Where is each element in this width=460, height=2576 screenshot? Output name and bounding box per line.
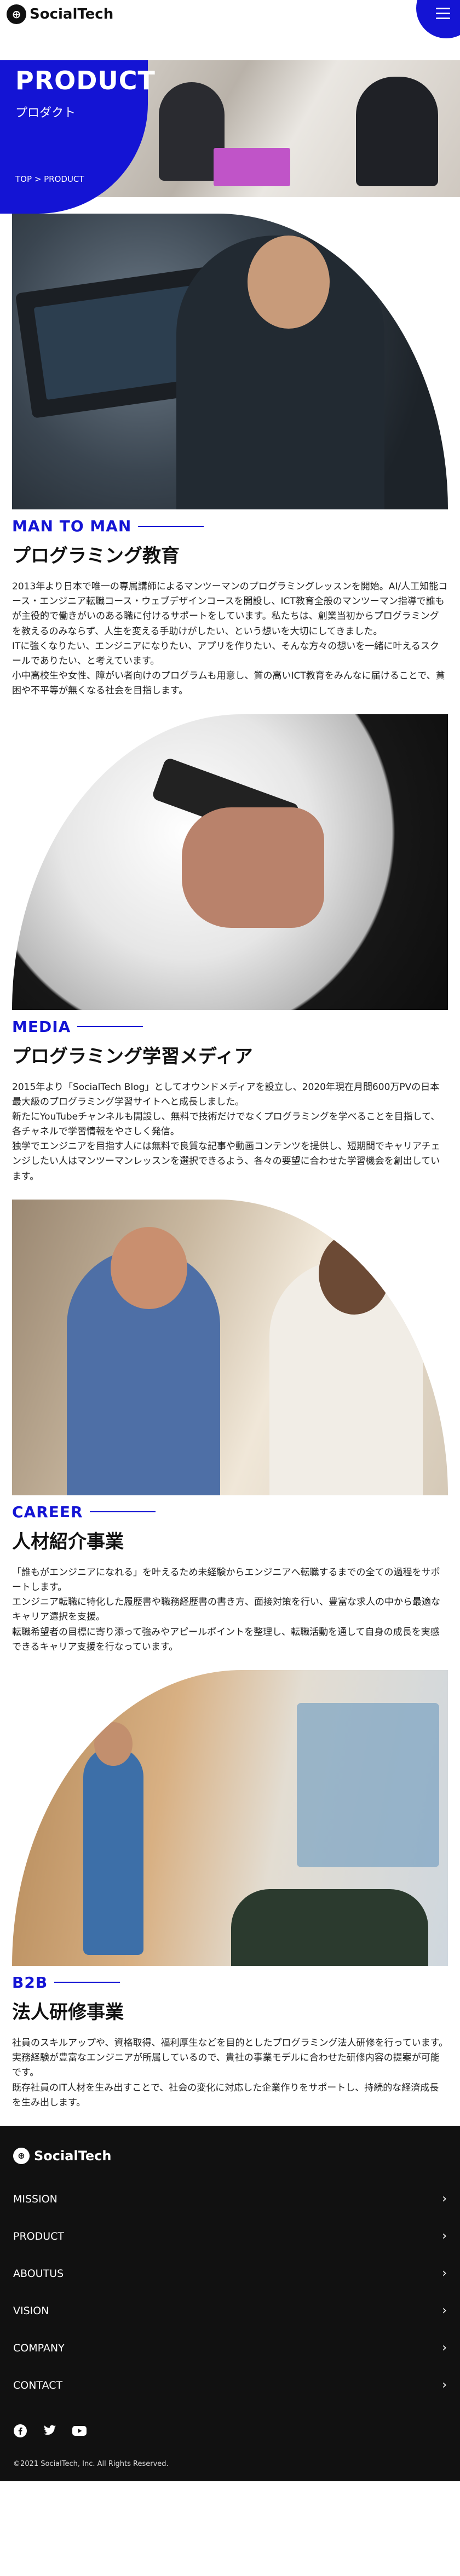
- footer-nav-company[interactable]: COMPANY ›: [13, 2330, 447, 2367]
- chevron-right-icon: ›: [442, 2341, 447, 2355]
- logo-mark-icon: ⊕: [7, 4, 26, 24]
- section-paragraph: 社員のスキルアップや、資格取得、福利厚生などを目的としたプログラミング法人研修を…: [12, 2037, 448, 2049]
- footer-nav: MISSION › PRODUCT › ABOUTUS › VISION › C…: [13, 2181, 447, 2404]
- footer-logo[interactable]: ⊕ SocialTech: [13, 2147, 447, 2164]
- section-paragraph: 転職希望者の目標に寄り添って強みやアピールポイントを整理し、転職活動を通して自身…: [12, 1626, 440, 1653]
- breadcrumb-separator: >: [32, 174, 44, 184]
- twitter-icon[interactable]: [43, 2424, 57, 2438]
- footer-nav-label: VISION: [13, 2304, 49, 2317]
- section-paragraph: 実務経験が豊富なエンジニアが所属しているので、貴社の事業モデルに合わせた研修内容…: [12, 2052, 440, 2079]
- page-title: PRODUCT: [15, 66, 156, 95]
- footer-nav-vision[interactable]: VISION ›: [13, 2292, 447, 2330]
- section-paragraph: ITに強くなりたい、エンジニアになりたい、アプリを作りたい、そんな方々の想いを一…: [12, 640, 439, 667]
- footer-logo-mark-icon: ⊕: [13, 2147, 30, 2164]
- section-paragraph: エンジニア転職に特化した履歴書や職務経歴書の書き方、面接対策を行い、豊富な求人の…: [12, 1597, 440, 1623]
- section-label-text: CAREER: [12, 1502, 83, 1521]
- section-paragraph: 2013年より日本で唯一の専属講師によるマンツーマンのプログラミングレッスンを開…: [12, 581, 448, 637]
- section-photo-seminar: [12, 1669, 448, 1966]
- breadcrumb-current: PRODUCT: [44, 174, 84, 184]
- section-label-line: [138, 525, 204, 527]
- footer-nav-aboutus[interactable]: ABOUTUS ›: [13, 2255, 447, 2292]
- footer-nav-label: PRODUCT: [13, 2230, 65, 2242]
- logo-text: SocialTech: [30, 6, 114, 22]
- section-label-line: [77, 1026, 143, 1027]
- chevron-right-icon: ›: [442, 2304, 447, 2318]
- section-paragraph: 「誰もがエンジニアになれる」を叶えるため未経験からエンジニアへ転職するまでの全て…: [12, 1567, 440, 1593]
- site-footer: ⊕ SocialTech MISSION › PRODUCT › ABOUTUS…: [0, 2125, 460, 2481]
- footer-logo-text: SocialTech: [34, 2148, 112, 2164]
- social-links: [13, 2424, 447, 2438]
- footer-nav-contact[interactable]: CONTACT ›: [13, 2367, 447, 2404]
- chevron-right-icon: ›: [442, 2192, 447, 2206]
- section-photo-smartphone: [12, 714, 448, 1010]
- section-career: CAREER 人材紹介事業 「誰もがエンジニアになれる」を叶えるため未経験からエ…: [0, 1199, 460, 1655]
- section-title: プログラミング教育: [12, 545, 180, 567]
- footer-nav-label: ABOUTUS: [13, 2267, 64, 2280]
- section-label-line: [54, 1982, 120, 1983]
- section-body: 2013年より日本で唯一の専属講師によるマンツーマンのプログラミングレッスンを開…: [12, 580, 448, 699]
- section-label: B2B: [12, 1973, 448, 1992]
- section-label-line: [89, 1511, 156, 1513]
- youtube-icon[interactable]: [72, 2424, 87, 2438]
- chevron-right-icon: ›: [442, 2378, 447, 2393]
- page-subtitle: プロダクト: [15, 106, 76, 120]
- footer-nav-mission[interactable]: MISSION ›: [13, 2181, 447, 2218]
- footer-nav-product[interactable]: PRODUCT ›: [13, 2218, 447, 2255]
- facebook-icon[interactable]: [13, 2424, 27, 2438]
- section-man-to-man: MAN TO MAN プログラミング教育 2013年より日本で唯一の専属講師によ…: [0, 214, 460, 699]
- breadcrumb: TOP > PRODUCT: [15, 174, 84, 184]
- chevron-right-icon: ›: [442, 2229, 447, 2244]
- section-photo-interview: [12, 1199, 448, 1495]
- section-photo-programming: [12, 214, 448, 509]
- hero: PRODUCT プロダクト TOP > PRODUCT: [0, 60, 460, 214]
- section-label: MEDIA: [12, 1018, 448, 1036]
- section-paragraph: 独学でエンジニアを目指す人には無料で良質な記事や動画コンテンツを提供し、短期間で…: [12, 1141, 440, 1182]
- section-paragraph: 2015年より「SocialTech Blog」としてオウンドメディアを設立し、…: [12, 1081, 440, 1108]
- section-label-text: B2B: [12, 1973, 48, 1992]
- section-label-text: MAN TO MAN: [12, 517, 132, 535]
- section-label: CAREER: [12, 1503, 448, 1521]
- section-b2b: B2B 法人研修事業 社員のスキルアップや、資格取得、福利厚生などを目的としたプ…: [0, 1669, 460, 2110]
- section-title: 人材紹介事業: [12, 1530, 124, 1553]
- section-body: 社員のスキルアップや、資格取得、福利厚生などを目的としたプログラミング法人研修を…: [12, 2036, 448, 2110]
- chevron-right-icon: ›: [442, 2267, 447, 2281]
- section-media: MEDIA プログラミング学習メディア 2015年より「SocialTech B…: [0, 714, 460, 1184]
- site-header: ⊕ SocialTech: [0, 0, 460, 60]
- site-logo[interactable]: ⊕ SocialTech: [7, 4, 113, 24]
- section-body: 2015年より「SocialTech Blog」としてオウンドメディアを設立し、…: [12, 1080, 448, 1184]
- footer-nav-label: MISSION: [13, 2193, 58, 2205]
- section-paragraph: 新たにYouTubeチャンネルも開設し、無料で技術だけでなくプログラミングを学べ…: [12, 1111, 440, 1138]
- section-label-text: MEDIA: [12, 1017, 71, 1036]
- section-title: プログラミング学習メディア: [12, 1045, 253, 1068]
- footer-nav-label: COMPANY: [13, 2342, 65, 2354]
- hamburger-menu-icon[interactable]: [436, 8, 450, 22]
- copyright: ©2021 SocialTech, Inc. All Rights Reserv…: [13, 2459, 169, 2468]
- breadcrumb-home-link[interactable]: TOP: [15, 174, 32, 184]
- footer-nav-label: CONTACT: [13, 2379, 63, 2391]
- section-label: MAN TO MAN: [12, 517, 448, 535]
- section-paragraph: 既存社員のIT人材を生み出すことで、社会の変化に対応した企業作りをサポートし、持…: [12, 2082, 439, 2108]
- section-title: 法人研修事業: [12, 2001, 124, 2023]
- section-body: 「誰もがエンジニアになれる」を叶えるため未経験からエンジニアへ転職するまでの全て…: [12, 1565, 448, 1655]
- section-paragraph: 小中高校生や女性、障がい者向けのプログラムも用意し、質の高いICT教育をみんなに…: [12, 670, 445, 697]
